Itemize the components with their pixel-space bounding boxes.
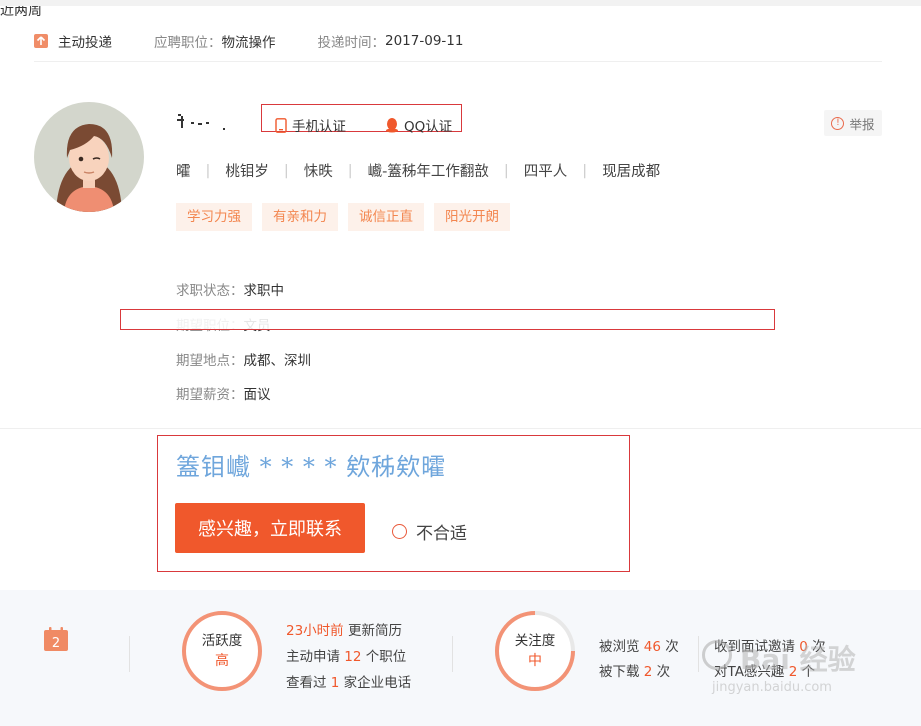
tag-item: 阳光开朗 [434, 203, 510, 231]
applied-position-value: 物流操作 [221, 34, 276, 51]
stats-panel [0, 590, 921, 726]
intent-location-label: 期望地点： [176, 353, 244, 369]
activity-label: 活跃度 [201, 633, 243, 649]
stat-updated-time: 23小时前 [286, 623, 344, 639]
info-separator: | [347, 162, 353, 179]
qq-verified: QQ认证 [385, 115, 452, 135]
stat-updated: 23小时前 更新简历 [286, 619, 402, 639]
stat-applied-count: 12 [344, 649, 362, 665]
candidate-name-redacted [176, 106, 232, 136]
info-gender: 曤 [176, 164, 191, 180]
tag-item: 有亲和力 [262, 203, 338, 231]
intent-location-value: 成都、深圳 [243, 353, 312, 369]
activity-value: 高 [215, 653, 229, 669]
intent-salary: 期望薪资：面议 [176, 383, 271, 403]
intent-status-value: 求职中 [243, 283, 285, 299]
info-separator: | [503, 162, 509, 179]
contact-button[interactable]: 感兴趣，立即联系 [175, 503, 365, 553]
stat-interest-suffix: 个 [797, 664, 816, 680]
job-title-link[interactable]: 篕钼巇 * * * * 欸秭欸曤 [176, 447, 446, 482]
stats-separator [698, 636, 699, 672]
info-experience: 巇-篕秭年工作翻敨 [367, 164, 489, 180]
stat-interview-prefix: 收到面试邀请 [714, 639, 800, 655]
qq-penguin-icon [386, 118, 398, 133]
stat-applied-suffix: 个职位 [361, 649, 407, 665]
stat-browsed-suffix: 次 [660, 639, 679, 655]
qq-verified-label: QQ认证 [404, 119, 453, 135]
info-separator: | [283, 162, 289, 179]
info-separator: | [582, 162, 588, 179]
tag-item: 学习力强 [176, 203, 252, 231]
upload-arrow-icon [34, 33, 48, 48]
stats-separator [129, 636, 130, 672]
report-button[interactable]: ! 举报 [824, 110, 882, 136]
attention-value: 中 [528, 653, 542, 669]
calendar-icon: 2 [44, 627, 68, 651]
stat-viewed-prefix: 查看过 [286, 675, 331, 691]
stat-viewed: 查看过 1 家企业电话 [286, 671, 411, 691]
intent-status-label: 求职状态： [176, 283, 244, 299]
intent-salary-label: 期望薪资： [176, 387, 244, 403]
attention-ring: 关注度 中 [493, 609, 577, 693]
reject-option[interactable]: 不合适 [392, 519, 467, 544]
stat-applied-prefix: 主动申请 [286, 649, 345, 665]
applied-position-label: 应聘职位： [154, 34, 222, 51]
intent-status: 求职状态：求职中 [176, 279, 284, 299]
info-current-city: 现居成都 [602, 164, 661, 180]
calendar-day: 2 [52, 636, 60, 651]
stat-downloaded: 被下载 2 次 [599, 660, 670, 680]
report-label: 举报 [849, 116, 875, 132]
personality-tags: 学习力强 有亲和力 诚信正直 阳光开朗 [176, 203, 520, 231]
stat-interest: 对TA感兴趣 2 个 [714, 660, 815, 680]
application-info-row: 主动投递 应聘职位： 物流操作 投递时间： 2017-09-11 [34, 20, 882, 62]
stat-interview-count: 0 [799, 639, 808, 655]
stat-downloaded-prefix: 被下载 [599, 664, 644, 680]
reject-label: 不合适 [416, 524, 467, 544]
stat-browsed: 被浏览 46 次 [599, 635, 679, 655]
intent-location: 期望地点：成都、深圳 [176, 349, 311, 369]
top-strip [0, 0, 921, 6]
stat-interview: 收到面试邀请 0 次 [714, 635, 826, 655]
apply-time-label: 投递时间： [317, 34, 386, 51]
apply-mode-label: 主动投递 [58, 34, 112, 51]
stat-interest-prefix: 对TA感兴趣 [714, 664, 789, 680]
stats-separator [452, 636, 453, 672]
attention-label: 关注度 [514, 633, 556, 649]
stat-interview-suffix: 次 [807, 639, 826, 655]
tag-item: 诚信正直 [348, 203, 424, 231]
intent-salary-value: 面议 [243, 387, 271, 403]
stat-browsed-prefix: 被浏览 [599, 639, 644, 655]
stat-viewed-suffix: 家企业电话 [339, 675, 412, 691]
reject-radio[interactable] [392, 524, 407, 539]
applied-position: 应聘职位： 物流操作 [154, 31, 276, 51]
phone-icon [275, 117, 287, 133]
apply-time: 投递时间： 2017-09-11 [318, 31, 464, 51]
stat-applied: 主动申请 12 个职位 [286, 645, 406, 665]
phone-verified-label: 手机认证 [292, 119, 346, 135]
info-separator: | [205, 162, 211, 179]
stat-updated-text: 更新简历 [343, 623, 402, 639]
info-age: 桃钼岁 [225, 164, 269, 180]
annotation-box-position [120, 309, 775, 330]
info-hometown: 四平人 [523, 164, 568, 180]
warning-icon: ! [831, 116, 845, 130]
stat-browsed-count: 46 [643, 639, 661, 655]
avatar [34, 102, 144, 212]
info-education: 怽昳 [303, 164, 333, 180]
basic-info-row: 曤 | 桃钼岁 | 怽昳 | 巇-篕秭年工作翻敨 | 四平人 | 现居成都 [176, 160, 660, 181]
activity-ring: 活跃度 高 [180, 609, 264, 693]
section-divider [0, 428, 921, 429]
apply-time-value: 2017-09-11 [385, 32, 464, 49]
phone-verified: 手机认证 [275, 115, 346, 135]
name-scribble [176, 110, 232, 132]
stat-downloaded-suffix: 次 [652, 664, 671, 680]
apply-mode: 主动投递 [34, 31, 112, 51]
